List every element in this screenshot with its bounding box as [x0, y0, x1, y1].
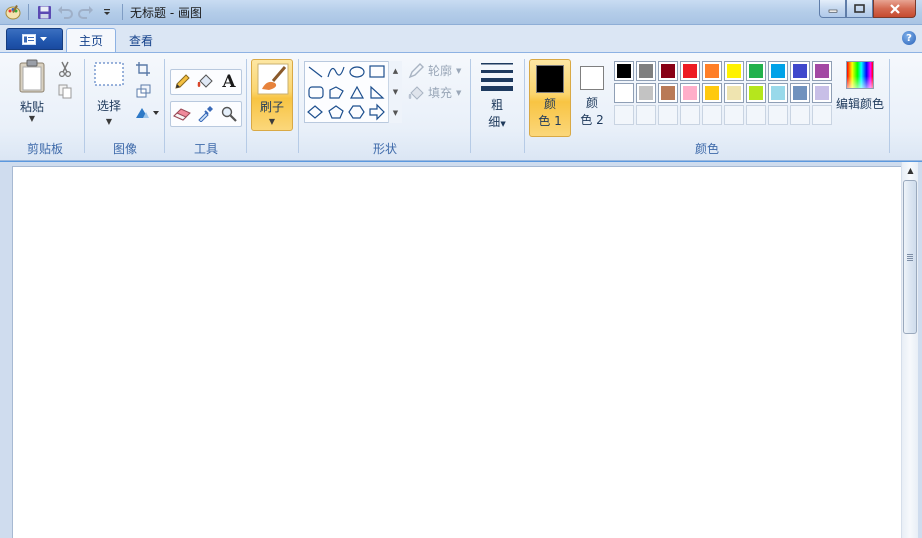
chevron-down-icon: ▼	[268, 117, 276, 126]
group-colors: 颜色	[526, 53, 888, 160]
group-clipboard: 粘贴 ▼ 剪贴板	[6, 53, 84, 160]
pencil-icon[interactable]	[173, 73, 191, 91]
group-separator	[298, 59, 299, 153]
chevron-down-icon	[40, 36, 47, 41]
group-label-shapes: 形状	[372, 142, 397, 156]
chevron-down-icon: ▼	[105, 117, 113, 126]
group-label-image: 图像	[112, 142, 137, 156]
group-label-colors: 颜色	[694, 142, 719, 156]
group-separator	[84, 59, 85, 153]
group-image: 选择 ▼ 图像	[86, 53, 164, 160]
ribbon: 粘贴 ▼ 剪贴板 选择 ▼ 图像 A 工具 刷子 ▼ ▲ ▼ ▼ 轮廓 ▼ 填充…	[0, 52, 922, 161]
line-size-icon	[481, 63, 513, 91]
scroll-up-arrow-icon[interactable]: ▲	[902, 162, 919, 179]
close-icon	[889, 3, 900, 14]
size-button[interactable]: 粗 细▼	[476, 61, 518, 133]
window-controls	[819, 0, 916, 18]
qat-separator	[28, 4, 29, 20]
select-label: 选择	[96, 99, 121, 113]
crop-icon[interactable]	[134, 60, 152, 78]
text-tool-icon[interactable]: A	[220, 72, 238, 92]
grip-icon	[907, 253, 913, 261]
qat-separator	[122, 4, 123, 20]
maximize-button[interactable]	[846, 0, 873, 18]
fill-bucket-icon[interactable]	[196, 73, 214, 91]
paint-app-icon[interactable]	[4, 3, 22, 21]
group-label-tools: 工具	[193, 142, 218, 156]
close-button[interactable]	[873, 0, 916, 18]
redo-icon[interactable]	[77, 3, 95, 21]
color-picker-icon[interactable]	[196, 105, 214, 123]
quick-access-toolbar	[4, 2, 126, 22]
undo-icon[interactable]	[56, 3, 74, 21]
save-icon[interactable]	[35, 3, 53, 21]
paste-button[interactable]: 粘贴 ▼	[12, 59, 52, 123]
ribbon-tab-row: 主页 查看 ?	[0, 25, 922, 52]
size-label-line1: 粗	[490, 98, 503, 112]
rotate-icon[interactable]	[134, 104, 160, 122]
chevron-down-icon: ▼	[500, 120, 506, 128]
group-shapes: 形状	[300, 53, 470, 160]
clipboard-icon	[19, 59, 45, 93]
minimize-icon	[828, 9, 837, 13]
magnifier-icon[interactable]	[220, 105, 238, 123]
group-label-clipboard: 剪贴板	[26, 142, 63, 156]
group-separator	[164, 59, 165, 153]
select-button[interactable]: 选择 ▼	[90, 61, 128, 126]
group-separator	[889, 59, 890, 153]
minimize-button[interactable]	[819, 0, 846, 18]
tab-home[interactable]: 主页	[66, 28, 117, 52]
title-bar: 无标题 - 画图	[0, 0, 922, 25]
chevron-down-icon: ▼	[28, 114, 36, 123]
group-separator	[524, 59, 525, 153]
eraser-icon[interactable]	[173, 105, 191, 123]
brushes-label: 刷子	[259, 100, 284, 114]
brushes-button[interactable]: 刷子 ▼	[251, 59, 293, 131]
brush-icon	[257, 63, 289, 98]
size-label-line2: 细	[488, 115, 501, 129]
window-title: 无标题 - 画图	[130, 6, 202, 20]
app-menu-icon	[22, 33, 36, 45]
help-icon[interactable]: ?	[902, 31, 916, 45]
paste-label: 粘贴	[19, 100, 44, 114]
drawing-canvas[interactable]	[12, 166, 901, 538]
resize-icon[interactable]	[134, 82, 152, 100]
group-separator	[470, 59, 471, 153]
maximize-icon	[854, 4, 865, 13]
scrollbar-thumb[interactable]	[903, 180, 917, 334]
group-tools: A 工具	[166, 53, 246, 160]
select-rectangle-icon	[94, 62, 124, 86]
copy-icon[interactable]	[56, 82, 74, 100]
tab-view[interactable]: 查看	[117, 28, 165, 52]
vertical-scrollbar[interactable]: ▲	[901, 162, 918, 538]
cut-icon[interactable]	[56, 60, 74, 78]
application-menu-button[interactable]	[6, 28, 63, 50]
group-separator	[246, 59, 247, 153]
canvas-workspace: ▲	[0, 162, 922, 538]
size-label-line2-wrapper: 细▼	[488, 114, 505, 133]
customize-qat-icon[interactable]	[98, 3, 116, 21]
